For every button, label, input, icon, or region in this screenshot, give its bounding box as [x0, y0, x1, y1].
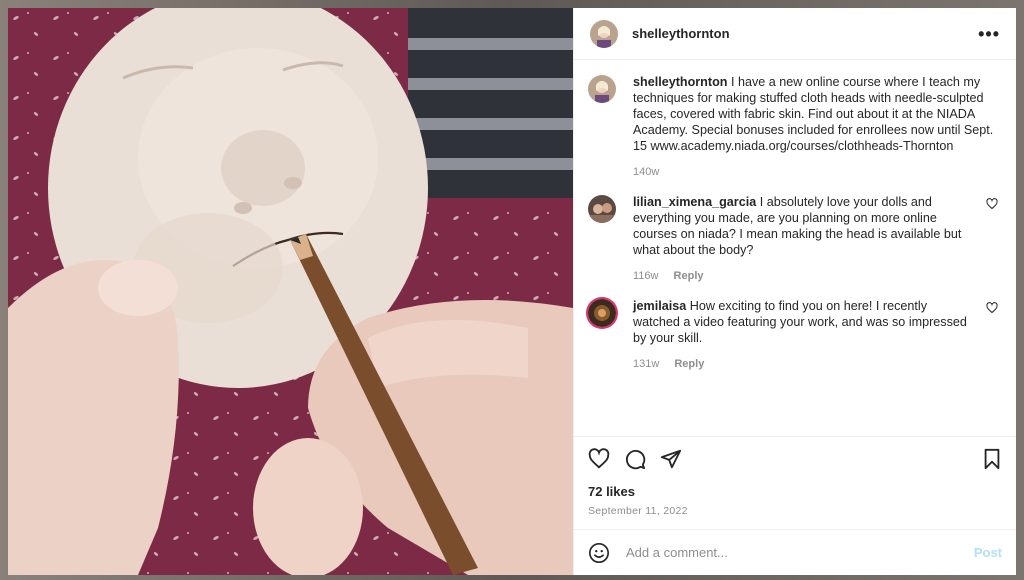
- comment-age[interactable]: 116w: [633, 270, 658, 282]
- like-comment-heart-icon[interactable]: [984, 302, 1000, 314]
- post-header: shelleythornton •••: [574, 8, 1016, 60]
- comment-meta: 116w Reply: [633, 268, 976, 284]
- share-button[interactable]: [660, 448, 682, 470]
- post-side-panel: shelleythornton ••• shelleythornton I ha…: [573, 8, 1016, 575]
- emoji-icon: [589, 542, 609, 563]
- comments-list[interactable]: shelleythornton I have a new online cour…: [574, 60, 1016, 434]
- reply-button[interactable]: Reply: [674, 358, 704, 370]
- likes-count[interactable]: 72 likes: [574, 480, 1016, 499]
- author-avatar[interactable]: [590, 19, 618, 48]
- post-date[interactable]: September 11, 2022: [574, 499, 1016, 529]
- comment-body: jemilaisa How exciting to find you on he…: [633, 298, 976, 372]
- comment-meta: 131w Reply: [633, 356, 976, 372]
- post-photo[interactable]: [8, 8, 573, 575]
- commenter-avatar[interactable]: [588, 195, 616, 223]
- commenter-avatar[interactable]: [588, 299, 616, 327]
- doll-head-photo: [8, 8, 573, 575]
- caption-meta: 140w: [633, 164, 1000, 180]
- more-options-button[interactable]: •••: [978, 25, 1000, 43]
- emoji-button[interactable]: [588, 542, 610, 564]
- like-comment-heart-icon[interactable]: [984, 198, 1000, 210]
- comment-age[interactable]: 131w: [633, 358, 659, 370]
- comment-username[interactable]: lilian_ximena_garcia: [633, 195, 756, 209]
- caption-username[interactable]: shelleythornton: [633, 75, 727, 89]
- comment-username[interactable]: jemilaisa: [633, 299, 686, 313]
- comment-button[interactable]: [624, 448, 646, 470]
- caption-avatar[interactable]: [588, 75, 616, 103]
- add-comment-input[interactable]: [624, 544, 974, 561]
- save-button[interactable]: [982, 448, 1002, 470]
- add-comment-bar: Post: [574, 529, 1016, 575]
- comment-item: jemilaisa How exciting to find you on he…: [588, 298, 1000, 372]
- heart-icon: [588, 447, 610, 468]
- post-comment-button[interactable]: Post: [974, 545, 1002, 560]
- caption: shelleythornton I have a new online cour…: [588, 74, 1000, 180]
- reply-button[interactable]: Reply: [674, 270, 704, 282]
- comment-body: lilian_ximena_garcia I absolutely love y…: [633, 194, 976, 284]
- post-actions: [574, 436, 1016, 480]
- comment-icon: [626, 449, 646, 469]
- share-icon: [660, 449, 682, 468]
- author-username[interactable]: shelleythornton: [632, 26, 730, 41]
- bookmark-icon: [984, 448, 1000, 469]
- caption-age[interactable]: 140w: [633, 166, 659, 178]
- like-button[interactable]: [588, 447, 610, 470]
- caption-body: shelleythornton I have a new online cour…: [633, 74, 1000, 180]
- comment-item: lilian_ximena_garcia I absolutely love y…: [588, 194, 1000, 284]
- post-modal: shelleythornton ••• shelleythornton I ha…: [8, 8, 1016, 575]
